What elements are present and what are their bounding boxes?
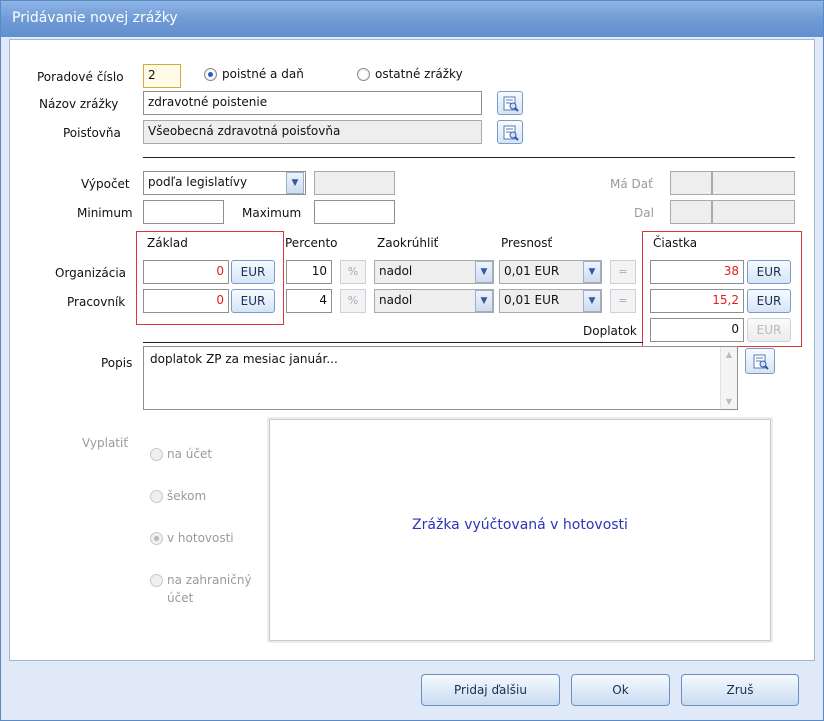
vypocet-label: Výpočet [81,177,130,191]
pracovnik-equals-button: = [610,289,636,313]
pracovnik-zaklad-currency-button[interactable]: EUR [231,289,275,313]
dialog-window: Pridávanie novej zrážky Poradové číslo 2… [0,0,824,721]
row-pracovnik-label: Pracovník [67,295,126,309]
chevron-down-icon[interactable]: ▼ [583,290,601,312]
payment-info-message: Zrážka vyúčtovaná v hotovosti [412,517,628,533]
vypocet-extra-field [314,171,395,195]
poistovna-input[interactable]: Všeobecná zdravotná poisťovňa [143,120,482,144]
lookup-icon [753,354,769,370]
doplatok-input[interactable]: 0 [650,318,744,342]
cancel-button[interactable]: Zruš [681,674,799,706]
chevron-down-icon[interactable]: ▼ [475,290,493,312]
radio-sekom-label: šekom [167,489,207,503]
payment-info-panel: Zrážka vyúčtovaná v hotovosti [269,419,771,641]
radio-sekom [150,490,163,503]
radio-ostatne-zrazky[interactable] [357,68,370,81]
row-organizacia-label: Organizácia [55,266,127,280]
dal-label: Dal [634,206,654,220]
vypocet-select[interactable]: podľa legislatívy [143,171,306,195]
nazov-input[interactable]: zdravotné poistenie [143,91,482,115]
dal-field-2 [712,200,795,224]
radio-poistne-a-dan[interactable] [204,68,217,81]
lookup-icon [503,125,519,141]
poradove-cislo-input[interactable]: 2 [143,64,181,88]
pracovnik-percent-button: % [340,289,366,313]
doplatok-label: Doplatok [583,324,637,338]
chevron-down-icon[interactable]: ▼ [286,172,304,194]
maximum-label: Maximum [242,206,302,220]
radio-poistne-a-dan-label: poistné a daň [222,67,304,81]
pracovnik-ciastka-currency-button[interactable]: EUR [747,289,791,313]
radio-v-hotovosti-label: v hotovosti [167,531,234,545]
dal-field-1 [670,200,712,224]
scroll-down-icon[interactable]: ▼ [721,394,737,409]
header-zaklad: Základ [147,236,188,250]
popis-textarea[interactable]: doplatok ZP za mesiac január... [143,346,738,410]
organizacia-percent-button: % [340,260,366,284]
poradove-cislo-label: Poradové číslo [37,70,124,84]
pracovnik-zaklad-input[interactable]: 0 [143,289,229,313]
organizacia-zaklad-currency-button[interactable]: EUR [231,260,275,284]
radio-ostatne-zrazky-label: ostatné zrážky [375,67,463,81]
ma-dat-field-1 [670,171,712,195]
pracovnik-percento-input[interactable]: 4 [286,289,332,313]
header-ciastka: Čiastka [653,236,698,250]
title-bar: Pridávanie novej zrážky [1,1,823,37]
organizacia-ciastka-input[interactable]: 38 [650,260,744,284]
window-title: Pridávanie novej zrážky [12,10,178,26]
pracovnik-ciastka-input[interactable]: 15,2 [650,289,744,313]
ok-button[interactable]: Ok [571,674,670,706]
separator-line-2 [143,342,643,343]
minimum-label: Minimum [77,206,133,220]
nazov-label: Názov zrážky [39,97,119,111]
chevron-down-icon[interactable]: ▼ [475,261,493,283]
vyplatit-label: Vyplatiť [82,436,129,450]
poistovna-lookup-button[interactable] [497,120,523,144]
header-zaokruhlit: Zaokrúhliť [377,236,439,250]
maximum-input[interactable] [314,200,395,224]
radio-na-zahranicny-label-line1: na zahraničný [167,573,252,587]
popis-label: Popis [101,356,133,370]
radio-na-zahranicny-label-line2: účet [167,591,194,605]
dialog-body: Poradové číslo 2 poistné a daň ostatné z… [9,39,815,661]
radio-v-hotovosti [150,532,163,545]
pridaj-dalsiu-button[interactable]: Pridaj ďalšiu [421,674,560,706]
radio-na-zahranicny-ucet [150,574,163,587]
lookup-icon [503,96,519,112]
organizacia-ciastka-currency-button[interactable]: EUR [747,260,791,284]
poistovna-label: Poisťovňa [63,126,121,140]
header-percento: Percento [285,236,338,250]
organizacia-equals-button: = [610,260,636,284]
ma-dat-label: Má Dať [610,177,653,191]
organizacia-zaklad-input[interactable]: 0 [143,260,229,284]
organizacia-percento-input[interactable]: 10 [286,260,332,284]
popis-scrollbar[interactable]: ▲ ▼ [720,347,737,409]
doplatok-currency-button: EUR [747,318,791,342]
nazov-lookup-button[interactable] [497,91,523,115]
minimum-input[interactable] [143,200,224,224]
header-presnost: Presnosť [501,236,553,250]
popis-lookup-button[interactable] [745,348,775,374]
separator-line [143,157,795,158]
radio-na-ucet-label: na účet [167,447,213,461]
ma-dat-field-2 [712,171,795,195]
radio-na-ucet [150,448,163,461]
scroll-up-icon[interactable]: ▲ [721,347,737,362]
chevron-down-icon[interactable]: ▼ [583,261,601,283]
